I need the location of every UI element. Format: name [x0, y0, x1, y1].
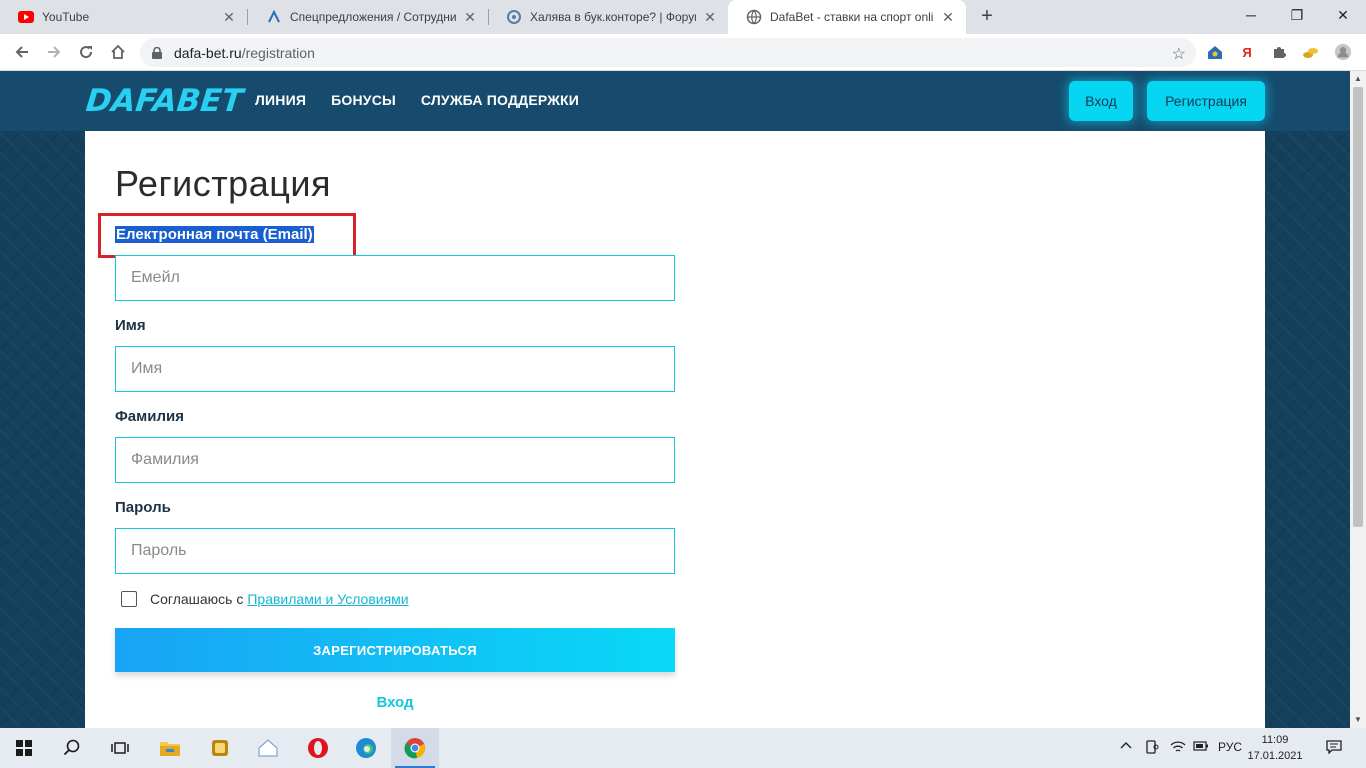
forward-icon[interactable] [42, 40, 66, 64]
clock-date: 17.01.2021 [1247, 750, 1303, 762]
close-tab-icon[interactable]: ✕ [221, 9, 237, 25]
email-label: Електронная почта (Email) [115, 226, 314, 243]
bookmark-star-icon[interactable]: ☆ [1172, 44, 1186, 64]
home-extension-icon[interactable] [1206, 43, 1224, 61]
page-scrollbar[interactable]: ▲ ▼ [1350, 71, 1366, 728]
tab-offers[interactable]: Спецпредложения / Сотрудник ✕ [248, 0, 488, 34]
tab-title: Халява в бук.конторе? | Форум [530, 10, 696, 24]
terms-text: Соглашаюсь с [150, 591, 244, 607]
edge-icon[interactable] [342, 728, 390, 768]
profile-avatar[interactable] [1334, 43, 1352, 61]
search-icon[interactable] [48, 728, 96, 768]
registration-card: Регистрация Електронная почта (Email) Ем… [85, 131, 1265, 728]
close-tab-icon[interactable]: ✕ [702, 9, 718, 25]
nav-bonuses[interactable]: БОНУСЫ [331, 92, 396, 108]
clock-time: 11:09 [1261, 734, 1289, 746]
lock-icon[interactable] [150, 46, 164, 60]
youtube-icon [18, 9, 34, 25]
wifi-icon[interactable] [1170, 740, 1186, 757]
header-login-button[interactable]: Вход [1069, 81, 1133, 121]
scroll-up-icon[interactable]: ▲ [1350, 71, 1366, 87]
dafabet-logo[interactable]: DAFABET [84, 83, 245, 119]
close-tab-icon[interactable]: ✕ [462, 9, 478, 25]
notifications-icon[interactable] [1326, 740, 1342, 757]
tab-title: YouTube [42, 10, 90, 24]
chrome-icon[interactable] [391, 728, 439, 768]
battery-icon[interactable] [1193, 740, 1209, 755]
minimize-icon[interactable]: ─ [1228, 0, 1274, 30]
name-label: Имя [115, 317, 146, 334]
scroll-down-icon[interactable]: ▼ [1350, 712, 1366, 728]
coins-icon[interactable] [1302, 43, 1320, 61]
tab-dafabet[interactable]: DafaBet - ставки на спорт online ✕ [728, 0, 966, 34]
restore-icon[interactable]: ❐ [1274, 0, 1320, 30]
reload-icon[interactable] [74, 40, 98, 64]
device-icon[interactable] [1145, 740, 1159, 757]
password-field[interactable]: Пароль [115, 528, 675, 574]
tab-strip: YouTube ✕ Спецпредложения / Сотрудник ✕ … [0, 0, 1366, 34]
tab-forum[interactable]: Халява в бук.конторе? | Форум ✕ [488, 0, 728, 34]
url-path: /registration [241, 44, 315, 61]
extensions-puzzle-icon[interactable] [1270, 43, 1288, 61]
opera-icon[interactable] [294, 728, 342, 768]
back-icon[interactable] [10, 40, 34, 64]
home-icon[interactable] [106, 40, 130, 64]
yandex-icon[interactable]: Я [1238, 43, 1256, 61]
name-field[interactable]: Имя [115, 346, 675, 392]
nav-support[interactable]: СЛУЖБА ПОДДЕРЖКИ [421, 92, 579, 108]
terms-link[interactable]: Правилами и Условиями [247, 591, 408, 607]
browser-toolbar: dafa-bet.ru/registration ☆ Я [0, 34, 1366, 71]
main-nav: ЛИНИЯ БОНУСЫ СЛУЖБА ПОДДЕРЖКИ [255, 92, 579, 108]
tab-youtube[interactable]: YouTube ✕ [0, 0, 247, 34]
address-bar[interactable]: dafa-bet.ru/registration ☆ [140, 38, 1196, 67]
close-tab-icon[interactable]: ✕ [940, 9, 956, 25]
forum-icon [506, 9, 522, 25]
email-field[interactable]: Емейл [115, 255, 675, 301]
login-link[interactable]: Вход [115, 694, 675, 711]
globe-icon [746, 9, 762, 25]
windows-start-icon[interactable] [0, 728, 48, 768]
surname-field[interactable]: Фамилия [115, 437, 675, 483]
taskbar: РУС 11:09 17.01.2021 [0, 728, 1366, 768]
new-tab-button[interactable]: + [976, 5, 998, 27]
tab-title: Спецпредложения / Сотрудник [290, 10, 456, 24]
home-app-icon[interactable] [244, 728, 292, 768]
tray-chevron-icon[interactable] [1120, 740, 1132, 755]
site-icon [266, 9, 282, 25]
system-clock[interactable]: 11:09 17.01.2021 [1245, 732, 1305, 764]
page-title: Регистрация [115, 163, 331, 204]
register-submit-button[interactable]: ЗАРЕГИСТРИРОВАТЬСЯ [115, 628, 675, 672]
task-view-icon[interactable] [96, 728, 144, 768]
page-viewport: DAFABET ЛИНИЯ БОНУСЫ СЛУЖБА ПОДДЕРЖКИ Вх… [0, 71, 1366, 728]
header-register-button[interactable]: Регистрация [1147, 81, 1265, 121]
nav-line[interactable]: ЛИНИЯ [255, 92, 306, 108]
url-host: dafa-bet.ru [174, 44, 242, 61]
password-label: Пароль [115, 499, 171, 516]
site-header: DAFABET ЛИНИЯ БОНУСЫ СЛУЖБА ПОДДЕРЖКИ Вх… [0, 71, 1350, 131]
terms-agreement: Соглашаюсь с Правилами и Условиями [121, 591, 409, 607]
file-explorer-icon[interactable] [146, 728, 194, 768]
language-indicator[interactable]: РУС [1218, 740, 1242, 754]
archiver-icon[interactable] [196, 728, 244, 768]
surname-label: Фамилия [115, 408, 184, 425]
scrollbar-thumb[interactable] [1353, 87, 1363, 527]
tab-title: DafaBet - ставки на спорт online [770, 10, 934, 24]
close-window-icon[interactable]: ✕ [1320, 0, 1366, 30]
terms-checkbox[interactable] [121, 591, 137, 607]
